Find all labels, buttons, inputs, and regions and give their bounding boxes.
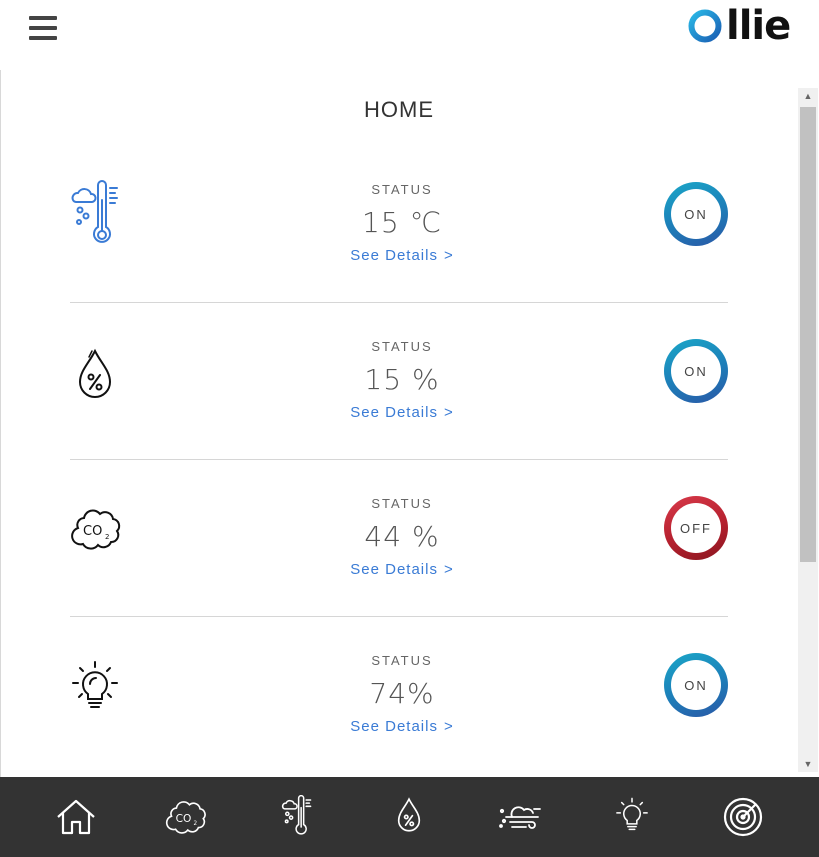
co2-cloud-icon[interactable]: CO 2 [158, 788, 216, 846]
light-bulb-icon[interactable] [603, 788, 661, 846]
logo-text: llie [726, 3, 791, 49]
logo-ring-icon [688, 9, 722, 43]
chevron-right-icon: > [443, 404, 454, 421]
scroll-up-arrow-icon[interactable]: ▲ [798, 88, 818, 104]
status-label: STATUS [371, 182, 433, 197]
see-details-label: See Details [350, 718, 438, 735]
sensor-card-humidity: STATUS 15 % See Details > ON [70, 303, 728, 460]
svg-text:2: 2 [193, 821, 197, 827]
see-details-link[interactable]: See Details > [350, 718, 453, 735]
humidity-drop-icon[interactable] [380, 788, 438, 846]
see-details-label: See Details [350, 404, 438, 421]
toggle-label: ON [671, 346, 721, 396]
see-details-label: See Details [350, 561, 438, 578]
bottom-navigation: CO 2 [0, 777, 819, 857]
ollie-logo[interactable]: llie [688, 3, 791, 49]
status-value: 74% [369, 677, 435, 710]
power-toggle[interactable]: ON [664, 182, 728, 246]
toggle-label: OFF [671, 503, 721, 553]
home-icon[interactable] [47, 788, 105, 846]
chevron-right-icon: > [443, 718, 454, 735]
svg-text:CO: CO [83, 524, 102, 539]
top-header: llie [0, 0, 819, 70]
power-toggle[interactable]: ON [664, 653, 728, 717]
status-value: 15 ℃ [362, 206, 442, 239]
thermometer-weather-icon [70, 180, 124, 250]
see-details-link[interactable]: See Details > [350, 404, 453, 421]
status-block: STATUS 15 % See Details > [300, 339, 504, 422]
hamburger-menu-icon[interactable] [29, 16, 57, 40]
page-title: HOME [364, 97, 434, 122]
see-details-link[interactable]: See Details > [350, 247, 453, 264]
status-block: STATUS 44 % See Details > [300, 496, 504, 579]
see-details-label: See Details [350, 247, 438, 264]
toggle-label: ON [671, 189, 721, 239]
power-toggle[interactable]: ON [664, 339, 728, 403]
wind-weather-icon[interactable] [492, 788, 550, 846]
svg-text:CO: CO [176, 813, 192, 825]
status-label: STATUS [371, 496, 433, 511]
scrollbar-thumb[interactable] [800, 107, 816, 562]
light-bulb-icon [70, 651, 124, 721]
power-toggle[interactable]: OFF [664, 496, 728, 560]
radar-icon[interactable] [714, 788, 772, 846]
scroll-down-arrow-icon[interactable]: ▼ [798, 756, 818, 772]
main-content: HOME STATUS 15 ℃ See Details > ON STATUS… [0, 70, 798, 777]
thermometer-weather-icon[interactable] [269, 788, 327, 846]
svg-text:2: 2 [105, 533, 109, 541]
status-value: 44 % [364, 520, 440, 553]
sensor-card-light: STATUS 74% See Details > ON [70, 617, 728, 774]
status-block: STATUS 74% See Details > [300, 653, 504, 736]
sensor-card-co2: CO 2 STATUS 44 % See Details > OFF [70, 460, 728, 617]
toggle-label: ON [671, 660, 721, 710]
status-label: STATUS [371, 339, 433, 354]
vertical-scrollbar[interactable]: ▲ ▼ [798, 88, 818, 772]
status-block: STATUS 15 ℃ See Details > [300, 182, 504, 265]
status-label: STATUS [371, 653, 433, 668]
chevron-right-icon: > [443, 247, 454, 264]
co2-cloud-icon: CO 2 [70, 494, 124, 564]
chevron-right-icon: > [443, 561, 454, 578]
see-details-link[interactable]: See Details > [350, 561, 453, 578]
status-value: 15 % [364, 363, 440, 396]
sensor-card-temperature: STATUS 15 ℃ See Details > ON [70, 146, 728, 303]
humidity-drop-icon [70, 337, 124, 407]
